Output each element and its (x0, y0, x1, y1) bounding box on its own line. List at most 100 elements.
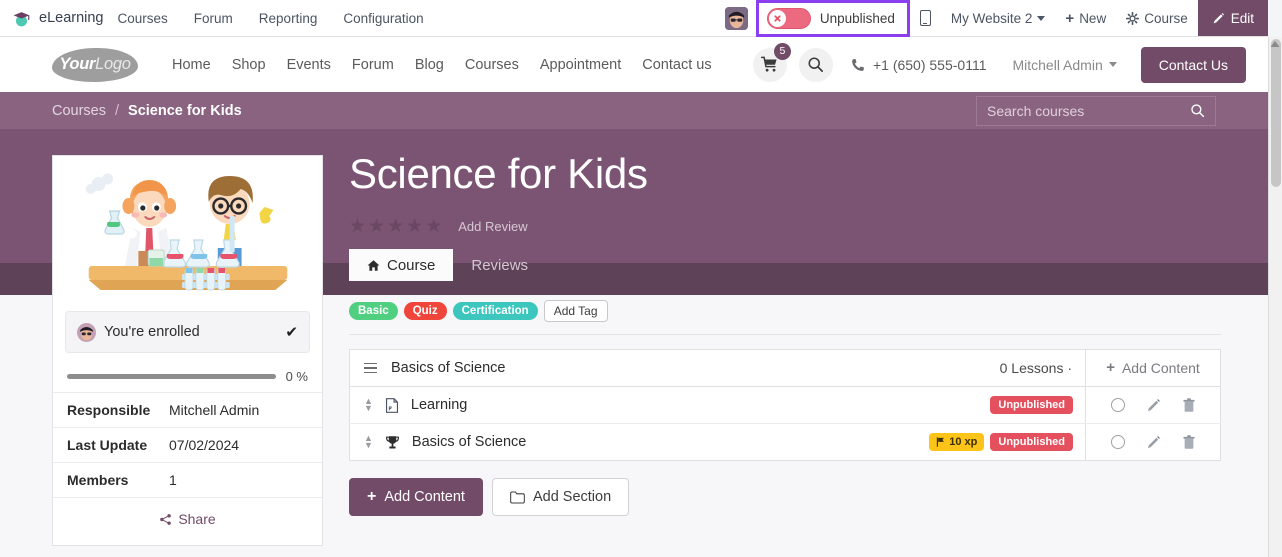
course-action-buttons: + Add Content Add Section (349, 478, 1221, 517)
tag-certification[interactable]: Certification (452, 302, 538, 321)
course-search-box[interactable]: Search courses (976, 95, 1216, 126)
circle-icon[interactable] (1110, 398, 1125, 413)
course-info-table: Responsible Mitchell Admin Last Update 0… (53, 392, 322, 497)
nav-item-events[interactable]: Events (287, 57, 331, 73)
mobile-preview-button[interactable] (910, 0, 941, 36)
add-content-button-label: Add Content (384, 489, 465, 506)
item-title: Basics of Science (411, 434, 527, 451)
table-row[interactable]: ▲ ▼ Basics of Science 10 xp Unpublished (349, 423, 1221, 461)
website-selector-label: My Website 2 (950, 10, 1033, 26)
table-row[interactable]: ▲ ▼ Learning Unpublished (349, 386, 1221, 425)
flag-icon (937, 437, 945, 447)
search-button[interactable] (798, 47, 833, 82)
star-icon[interactable]: ★ (387, 217, 404, 236)
app-name: eLearning (39, 10, 104, 26)
share-button[interactable]: Share (159, 511, 216, 527)
phone-icon (852, 58, 864, 71)
enrollment-status-box: You're enrolled ✔ (65, 311, 310, 353)
enrollment-status-label: You're enrolled (104, 324, 200, 340)
backend-menu: Courses Forum Reporting Configuration (118, 11, 424, 26)
star-icon[interactable]: ★ (425, 217, 442, 236)
close-icon (774, 14, 781, 22)
tag-quiz[interactable]: Quiz (403, 302, 447, 321)
add-review-link[interactable]: Add Review (458, 219, 527, 234)
nav-item-appointment[interactable]: Appointment (540, 57, 621, 73)
contact-us-button[interactable]: Contact Us (1140, 46, 1246, 83)
progress-percent-label: 0 % (285, 369, 308, 384)
nav-item-home[interactable]: Home (172, 57, 211, 73)
drag-handle-icon[interactable] (364, 362, 377, 374)
course-main-column: Science for Kids ★ ★ ★ ★ ★ Add Review Co… (349, 150, 1221, 517)
search-icon[interactable] (1190, 103, 1205, 118)
avatar[interactable] (724, 6, 748, 30)
add-section-button[interactable]: Add Section (491, 478, 630, 517)
drag-handle-icon[interactable]: ▲ ▼ (364, 397, 373, 413)
course-tags: Basic Quiz Certification Add Tag (349, 300, 1221, 323)
app-brand[interactable]: eLearning (0, 9, 118, 28)
menu-item-courses[interactable]: Courses (118, 11, 168, 26)
trash-icon[interactable] (1182, 434, 1196, 450)
phone-block[interactable]: +1 (650) 555-0111 (851, 57, 986, 73)
user-menu[interactable]: Mitchell Admin (1012, 57, 1117, 73)
trophy-icon (385, 435, 399, 449)
nav-item-courses[interactable]: Courses (465, 57, 519, 73)
search-icon (808, 57, 824, 73)
menu-item-configuration[interactable]: Configuration (343, 11, 423, 26)
site-logo[interactable]: Your Logo (52, 47, 138, 82)
star-icon[interactable]: ★ (406, 217, 423, 236)
website-selector[interactable]: My Website 2 (941, 0, 1056, 36)
nav-item-contact-us[interactable]: Contact us (642, 57, 711, 73)
tag-basic[interactable]: Basic (349, 302, 398, 321)
tab-course[interactable]: Course (349, 249, 454, 282)
scroll-up-arrow-icon[interactable] (1269, 38, 1281, 50)
share-row: Share (53, 497, 322, 539)
pencil-icon (1213, 12, 1224, 23)
check-icon: ✔ (285, 324, 298, 341)
star-icon[interactable]: ★ (349, 217, 366, 236)
cart-count-badge: 5 (773, 42, 791, 60)
home-icon (367, 259, 380, 271)
tab-reviews[interactable]: Reviews (453, 249, 546, 281)
course-object-button[interactable]: Course (1116, 0, 1198, 36)
menu-item-reporting[interactable]: Reporting (259, 11, 318, 26)
gear-icon (1126, 11, 1140, 25)
avatar-image (724, 6, 748, 30)
breadcrumb-parent[interactable]: Courses (52, 103, 106, 119)
item-name-cell: ▲ ▼ Learning (349, 386, 741, 425)
website-header-right: 5 +1 (650) 555-0111 Mitchell Admin Conta… (752, 42, 1268, 83)
pencil-icon[interactable] (1146, 435, 1161, 450)
add-content-button[interactable]: + Add Content (349, 478, 483, 517)
cart-button[interactable]: 5 (752, 42, 791, 82)
edit-button[interactable]: Edit (1197, 0, 1268, 36)
star-icon[interactable]: ★ (368, 217, 385, 236)
xp-badge-label: 10 xp (949, 436, 978, 449)
menu-item-forum[interactable]: Forum (194, 11, 233, 26)
progress-bar (67, 374, 276, 379)
item-title: Learning (410, 397, 468, 414)
plus-icon: + (1065, 9, 1075, 27)
plus-icon: + (367, 488, 377, 506)
pencil-icon[interactable] (1146, 398, 1161, 413)
trash-icon[interactable] (1182, 397, 1196, 413)
search-input-placeholder[interactable]: Search courses (987, 103, 1190, 119)
rating-stars[interactable]: ★ ★ ★ ★ ★ (349, 217, 442, 236)
new-button[interactable]: + New (1055, 0, 1116, 36)
vertical-scrollbar[interactable] (1268, 37, 1282, 557)
breadcrumb-current: Science for Kids (128, 102, 242, 119)
scrollbar-thumb[interactable] (1271, 39, 1281, 187)
nav-item-shop[interactable]: Shop (232, 57, 266, 73)
tab-course-label: Course (387, 256, 436, 274)
document-icon (385, 397, 398, 413)
course-object-label: Course (1144, 10, 1188, 26)
publish-toggle[interactable] (766, 7, 811, 29)
nav-item-forum[interactable]: Forum (352, 57, 394, 73)
table-row: Last Update 07/02/2024 (53, 427, 322, 463)
add-tag-button[interactable]: Add Tag (543, 300, 608, 323)
new-button-label: New (1079, 10, 1107, 26)
circle-icon[interactable] (1110, 435, 1125, 450)
nav-item-blog[interactable]: Blog (415, 57, 444, 73)
table-row: Responsible Mitchell Admin (53, 392, 322, 428)
section-header-row: Basics of Science 0 Lessons · + Add Cont… (349, 349, 1221, 388)
drag-handle-icon[interactable]: ▲ ▼ (364, 434, 373, 450)
add-content-link[interactable]: + Add Content (1106, 359, 1200, 376)
